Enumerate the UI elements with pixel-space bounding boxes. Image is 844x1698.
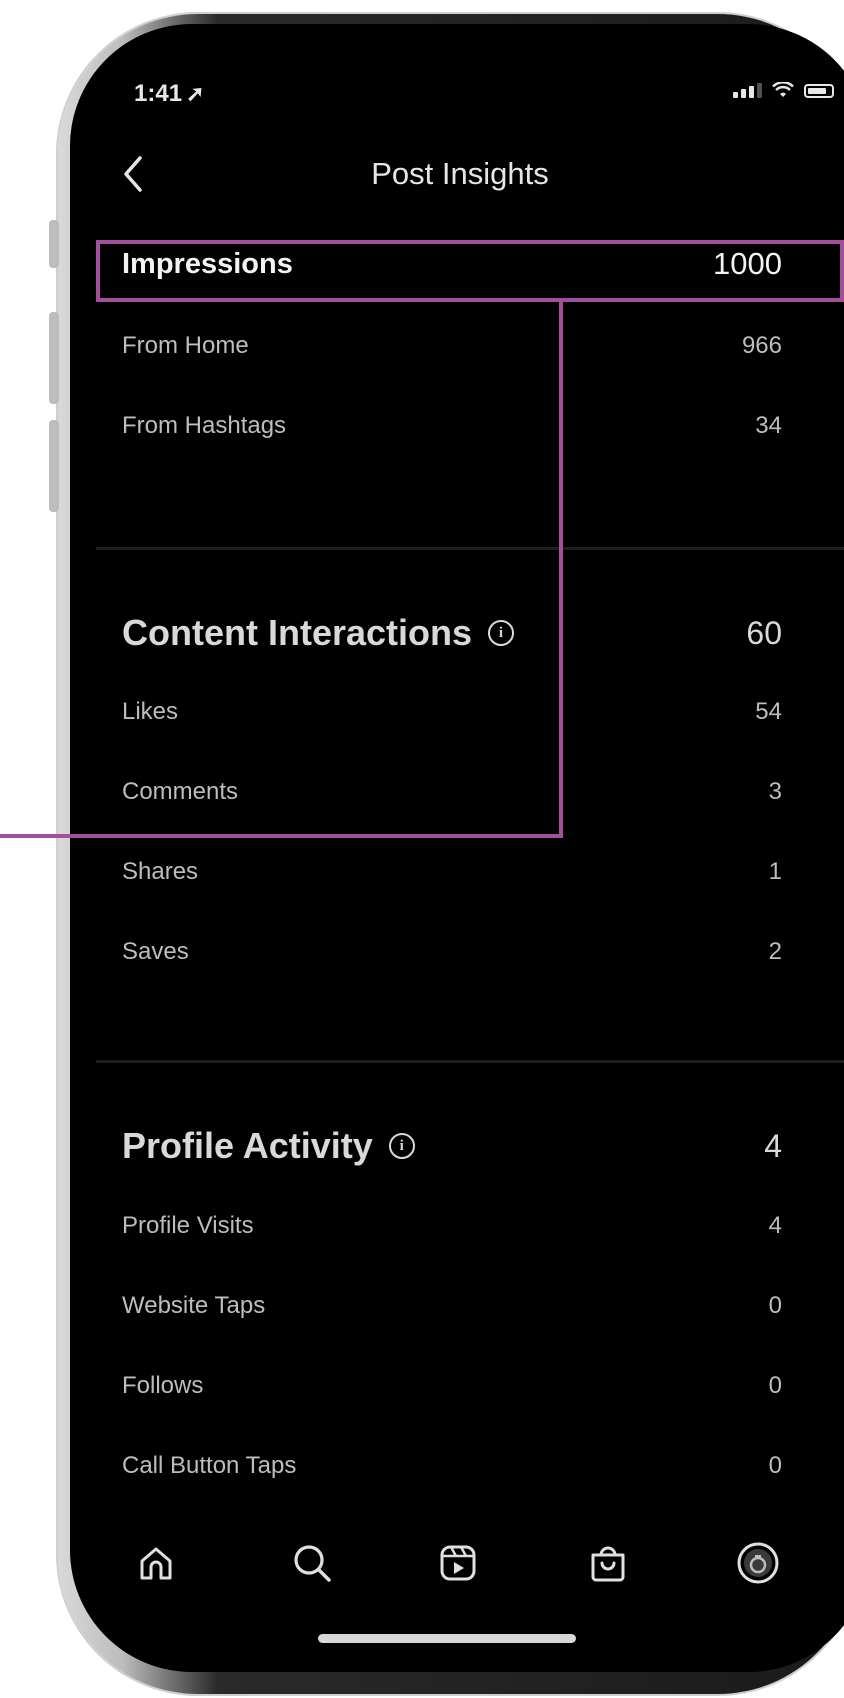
list-item: Saves 2 [122,938,782,965]
profile-activity-value: 4 [764,1127,782,1164]
impressions-highlight-box [96,240,844,302]
shop-icon[interactable] [582,1537,634,1589]
status-indicators [733,82,834,98]
list-item: Likes 54 [122,698,782,725]
location-arrow-icon: ➚ [186,81,205,106]
reels-icon[interactable] [432,1537,484,1589]
mute-switch [49,220,59,268]
highlight-connector-vertical [559,298,563,838]
profile-activity-row[interactable]: Profile Activity i 4 [122,1125,782,1167]
highlight-connector-horizontal [0,834,563,838]
signal-icon [733,83,762,98]
list-item: Comments 3 [122,778,782,805]
search-icon[interactable] [286,1537,338,1589]
info-icon[interactable]: i [388,1133,415,1159]
list-item: Profile Visits 4 [122,1212,782,1239]
home-indicator[interactable] [318,1634,576,1643]
bottom-nav [70,1537,844,1597]
list-item: Follows 0 [122,1372,782,1399]
list-item: From Home 966 [122,332,782,359]
list-item: From Hashtags 34 [122,412,782,439]
home-icon[interactable] [130,1537,182,1589]
page-title: Post Insights [371,156,549,191]
status-time: 1:41 ➚ [134,80,205,107]
list-item: Website Taps 0 [122,1292,782,1319]
profile-avatar-icon[interactable] [732,1537,784,1589]
volume-up-button [49,312,59,404]
section-divider [96,547,844,550]
content-interactions-value: 60 [746,614,782,651]
volume-down-button [49,420,59,512]
section-divider [96,1060,844,1063]
content-interactions-row[interactable]: Content Interactions i 60 [122,612,782,654]
content-interactions-label: Content Interactions i [122,612,515,654]
battery-icon [804,84,834,98]
list-item: Call Button Taps 0 [122,1452,782,1479]
list-item: Shares 1 [122,858,782,885]
profile-activity-label: Profile Activity i [122,1125,415,1167]
wifi-icon [772,82,794,97]
info-icon[interactable]: i [488,620,515,646]
